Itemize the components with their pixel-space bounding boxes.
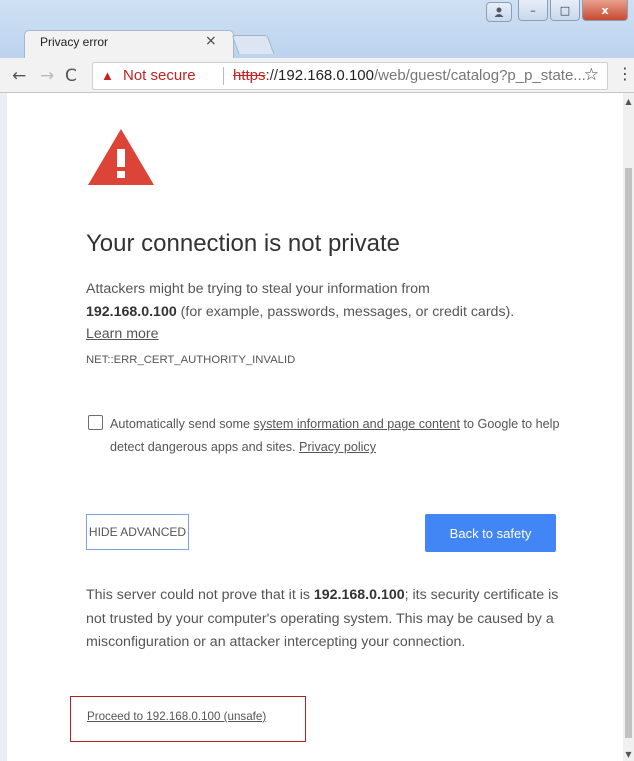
browser-toolbar: ← → C ▲ Not secure https://192.168.0.100… bbox=[0, 58, 634, 93]
not-secure-label[interactable]: Not secure bbox=[123, 67, 196, 84]
reload-button[interactable]: C bbox=[65, 66, 77, 86]
page-title: Your connection is not private bbox=[86, 230, 400, 257]
back-to-safety-button[interactable]: Back to safety bbox=[425, 514, 556, 552]
window-controls: – □ x bbox=[486, 0, 628, 22]
danger-triangle-icon bbox=[88, 129, 154, 185]
detail-host: 192.168.0.100 bbox=[313, 587, 405, 603]
divider bbox=[223, 67, 224, 85]
learn-more-link[interactable]: Learn more bbox=[86, 326, 159, 342]
user-icon[interactable] bbox=[486, 2, 512, 22]
menu-icon[interactable]: ⋮ bbox=[617, 64, 633, 83]
scroll-up-icon[interactable]: ▲ bbox=[623, 97, 634, 106]
url-text[interactable]: https://192.168.0.100/web/guest/catalog?… bbox=[233, 67, 586, 84]
para-host: 192.168.0.100 bbox=[86, 303, 177, 320]
window-left-edge bbox=[0, 93, 7, 761]
scrollbar[interactable]: ▲ ▼ bbox=[623, 93, 634, 761]
warning-icon[interactable]: ▲ bbox=[101, 68, 114, 83]
proceed-unsafe-link[interactable]: Proceed to 192.168.0.100 (unsafe) bbox=[87, 710, 266, 723]
para-text-2: (for example, passwords, messages, or cr… bbox=[176, 303, 515, 320]
new-tab-button[interactable] bbox=[231, 35, 275, 54]
address-bar[interactable]: ▲ Not secure https://192.168.0.100/web/g… bbox=[92, 62, 608, 90]
tab-close-icon[interactable]: × bbox=[205, 33, 217, 49]
details-paragraph: This server could not prove that it is 1… bbox=[86, 584, 564, 655]
tab-title: Privacy error bbox=[40, 35, 109, 49]
bookmark-star-icon[interactable]: ☆ bbox=[584, 65, 599, 85]
url-host: 192.168.0.100 bbox=[278, 67, 374, 84]
checkbox-text-1: Automatically send some bbox=[110, 417, 254, 431]
privacy-policy-link[interactable]: Privacy policy bbox=[299, 440, 376, 454]
forward-button[interactable]: → bbox=[40, 66, 54, 86]
checkbox-label: Automatically send some system informati… bbox=[110, 413, 566, 459]
warning-paragraph: Attackers might be trying to steal your … bbox=[86, 278, 556, 346]
system-information-link[interactable]: system information and page content bbox=[254, 417, 461, 431]
send-info-checkbox[interactable] bbox=[88, 415, 103, 430]
para-text-1: Attackers might be trying to steal your … bbox=[86, 281, 430, 297]
url-path: /web/guest/catalog?p_p_state... bbox=[373, 67, 586, 84]
minimize-button[interactable]: – bbox=[518, 0, 548, 21]
scrollbar-thumb[interactable] bbox=[625, 168, 632, 738]
maximize-button[interactable]: □ bbox=[550, 0, 580, 21]
close-window-button[interactable]: x bbox=[582, 0, 628, 21]
hide-advanced-button[interactable]: HIDE ADVANCED bbox=[86, 514, 189, 550]
url-separator: :// bbox=[265, 67, 279, 84]
title-bar: Privacy error × – □ x bbox=[0, 0, 634, 59]
scroll-down-icon[interactable]: ▼ bbox=[623, 750, 634, 759]
detail-text-1: This server could not prove that it is bbox=[86, 587, 314, 603]
back-button[interactable]: ← bbox=[12, 66, 26, 86]
error-code: NET::ERR_CERT_AUTHORITY_INVALID bbox=[86, 354, 296, 366]
url-scheme: https bbox=[233, 67, 266, 84]
